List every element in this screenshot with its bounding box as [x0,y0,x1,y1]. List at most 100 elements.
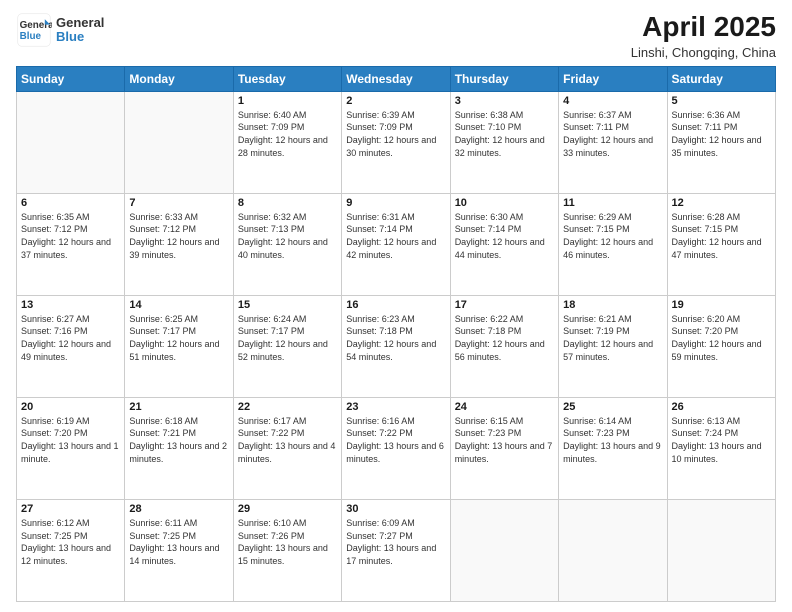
day-number: 22 [238,401,337,413]
week-row-3: 13Sunrise: 6:27 AMSunset: 7:16 PMDayligh… [17,295,776,397]
title-block: April 2025 Linshi, Chongqing, China [631,12,776,60]
calendar-cell: 6 Sunrise: 6:35 AMSunset: 7:12 PMDaylight… [17,193,125,295]
day-number: 1 [238,95,337,107]
day-info: Sunrise: 6:13 AMSunset: 7:24 PMDaylight:… [672,415,771,465]
weekday-header-wednesday: Wednesday [342,66,450,91]
day-number: 19 [672,299,771,311]
calendar-cell: 25 Sunrise: 6:14 AMSunset: 7:23 PMDayligh… [559,397,667,499]
day-number: 6 [21,197,120,209]
day-info: Sunrise: 6:31 AMSunset: 7:14 PMDaylight:… [346,211,445,261]
logo-blue-text: Blue [56,30,104,44]
subtitle: Linshi, Chongqing, China [631,45,776,60]
day-info: Sunrise: 6:19 AMSunset: 7:20 PMDaylight:… [21,415,120,465]
day-number: 30 [346,503,445,515]
day-number: 26 [672,401,771,413]
calendar-cell: 14 Sunrise: 6:25 AMSunset: 7:17 PMDayligh… [125,295,233,397]
day-info: Sunrise: 6:35 AMSunset: 7:12 PMDaylight:… [21,211,120,261]
calendar-cell [667,499,775,601]
day-info: Sunrise: 6:33 AMSunset: 7:12 PMDaylight:… [129,211,228,261]
day-info: Sunrise: 6:09 AMSunset: 7:27 PMDaylight:… [346,517,445,567]
day-info: Sunrise: 6:17 AMSunset: 7:22 PMDaylight:… [238,415,337,465]
calendar-cell [450,499,558,601]
day-info: Sunrise: 6:24 AMSunset: 7:17 PMDaylight:… [238,313,337,363]
calendar-cell: 21 Sunrise: 6:18 AMSunset: 7:21 PMDayligh… [125,397,233,499]
day-info: Sunrise: 6:29 AMSunset: 7:15 PMDaylight:… [563,211,662,261]
day-number: 18 [563,299,662,311]
day-info: Sunrise: 6:28 AMSunset: 7:15 PMDaylight:… [672,211,771,261]
day-info: Sunrise: 6:20 AMSunset: 7:20 PMDaylight:… [672,313,771,363]
main-title: April 2025 [631,12,776,43]
day-number: 14 [129,299,228,311]
week-row-5: 27Sunrise: 6:12 AMSunset: 7:25 PMDayligh… [17,499,776,601]
calendar-cell: 27Sunrise: 6:12 AMSunset: 7:25 PMDayligh… [17,499,125,601]
day-number: 17 [455,299,554,311]
day-number: 16 [346,299,445,311]
calendar-cell: 4Sunrise: 6:37 AMSunset: 7:11 PMDaylight… [559,91,667,193]
logo-icon: General Blue [16,12,52,48]
weekday-header-monday: Monday [125,66,233,91]
calendar-cell: 10Sunrise: 6:30 AMSunset: 7:14 PMDayligh… [450,193,558,295]
day-info: Sunrise: 6:14 AMSunset: 7:23 PMDaylight:… [563,415,662,465]
calendar-cell: 7 Sunrise: 6:33 AMSunset: 7:12 PMDaylight… [125,193,233,295]
svg-text:Blue: Blue [20,31,42,42]
calendar-cell: 24 Sunrise: 6:15 AMSunset: 7:23 PMDayligh… [450,397,558,499]
calendar-table: SundayMondayTuesdayWednesdayThursdayFrid… [16,66,776,602]
calendar-cell [559,499,667,601]
day-number: 15 [238,299,337,311]
day-info: Sunrise: 6:39 AMSunset: 7:09 PMDaylight:… [346,109,445,159]
calendar-cell: 16 Sunrise: 6:23 AMSunset: 7:18 PMDayligh… [342,295,450,397]
calendar-cell: 3Sunrise: 6:38 AMSunset: 7:10 PMDaylight… [450,91,558,193]
day-number: 3 [455,95,554,107]
calendar-cell: 5 Sunrise: 6:36 AMSunset: 7:11 PMDaylight… [667,91,775,193]
day-info: Sunrise: 6:27 AMSunset: 7:16 PMDaylight:… [21,313,120,363]
day-info: Sunrise: 6:10 AMSunset: 7:26 PMDaylight:… [238,517,337,567]
day-info: Sunrise: 6:22 AMSunset: 7:18 PMDaylight:… [455,313,554,363]
day-info: Sunrise: 6:25 AMSunset: 7:17 PMDaylight:… [129,313,228,363]
day-number: 8 [238,197,337,209]
calendar-cell: 1 Sunrise: 6:40 AMSunset: 7:09 PMDaylight… [233,91,341,193]
day-info: Sunrise: 6:37 AMSunset: 7:11 PMDaylight:… [563,109,662,159]
day-number: 11 [563,197,662,209]
calendar-cell: 26 Sunrise: 6:13 AMSunset: 7:24 PMDayligh… [667,397,775,499]
day-number: 7 [129,197,228,209]
day-number: 24 [455,401,554,413]
page: General Blue General Blue April 2025 Lin… [0,0,792,612]
day-number: 12 [672,197,771,209]
weekday-header-saturday: Saturday [667,66,775,91]
logo: General Blue General Blue [16,12,104,48]
day-number: 21 [129,401,228,413]
calendar-cell: 23Sunrise: 6:16 AMSunset: 7:22 PMDayligh… [342,397,450,499]
week-row-4: 20 Sunrise: 6:19 AMSunset: 7:20 PMDayligh… [17,397,776,499]
day-number: 10 [455,197,554,209]
day-info: Sunrise: 6:36 AMSunset: 7:11 PMDaylight:… [672,109,771,159]
day-info: Sunrise: 6:23 AMSunset: 7:18 PMDaylight:… [346,313,445,363]
day-info: Sunrise: 6:18 AMSunset: 7:21 PMDaylight:… [129,415,228,465]
day-number: 27 [21,503,120,515]
weekday-header-thursday: Thursday [450,66,558,91]
day-info: Sunrise: 6:15 AMSunset: 7:23 PMDaylight:… [455,415,554,465]
day-number: 9 [346,197,445,209]
day-number: 29 [238,503,337,515]
calendar-cell: 18 Sunrise: 6:21 AMSunset: 7:19 PMDayligh… [559,295,667,397]
calendar-cell: 8 Sunrise: 6:32 AMSunset: 7:13 PMDaylight… [233,193,341,295]
calendar-cell [125,91,233,193]
week-row-1: 1 Sunrise: 6:40 AMSunset: 7:09 PMDaylight… [17,91,776,193]
day-number: 25 [563,401,662,413]
day-number: 2 [346,95,445,107]
week-row-2: 6 Sunrise: 6:35 AMSunset: 7:12 PMDaylight… [17,193,776,295]
calendar-cell: 30 Sunrise: 6:09 AMSunset: 7:27 PMDayligh… [342,499,450,601]
weekday-header-friday: Friday [559,66,667,91]
calendar-cell: 17 Sunrise: 6:22 AMSunset: 7:18 PMDayligh… [450,295,558,397]
calendar-cell: 28Sunrise: 6:11 AMSunset: 7:25 PMDayligh… [125,499,233,601]
day-info: Sunrise: 6:32 AMSunset: 7:13 PMDaylight:… [238,211,337,261]
day-info: Sunrise: 6:40 AMSunset: 7:09 PMDaylight:… [238,109,337,159]
day-info: Sunrise: 6:11 AMSunset: 7:25 PMDaylight:… [129,517,228,567]
calendar-cell: 15 Sunrise: 6:24 AMSunset: 7:17 PMDayligh… [233,295,341,397]
calendar-cell: 22 Sunrise: 6:17 AMSunset: 7:22 PMDayligh… [233,397,341,499]
day-number: 5 [672,95,771,107]
day-number: 20 [21,401,120,413]
header: General Blue General Blue April 2025 Lin… [16,12,776,60]
day-info: Sunrise: 6:21 AMSunset: 7:19 PMDaylight:… [563,313,662,363]
calendar-cell: 29 Sunrise: 6:10 AMSunset: 7:26 PMDayligh… [233,499,341,601]
weekday-header-sunday: Sunday [17,66,125,91]
